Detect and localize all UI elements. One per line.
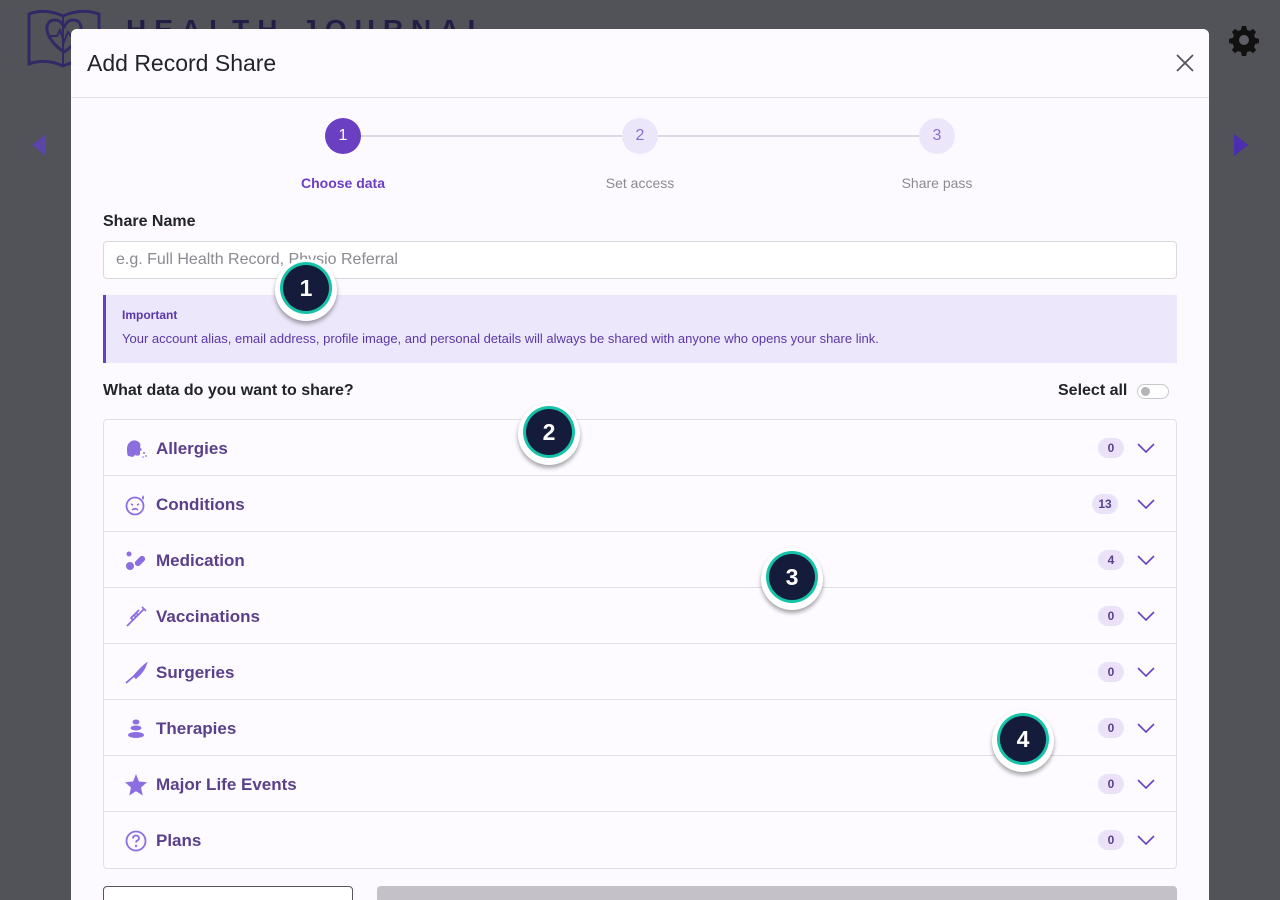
chevron-down-icon [1137,555,1155,566]
step-number: 3 [919,118,955,154]
category-label: Major Life Events [156,775,297,794]
category-accordion: Allergies 0 Conditions 13 Medication 4 V… [103,419,1177,869]
category-plans[interactable]: Plans 0 [104,812,1176,868]
pills-icon [126,551,146,570]
count-badge: 0 [1098,606,1124,626]
chevron-down-icon [1137,611,1155,622]
tutorial-marker[interactable]: 4 [992,710,1054,772]
question-circle-icon [125,830,147,852]
marker-number: 2 [526,409,572,455]
allergy-face-icon [127,440,147,458]
modal-header: Add Record Share [71,29,1209,98]
step-choose-data[interactable]: 1 Choose data [263,118,423,191]
count-badge: 0 [1098,438,1124,458]
select-all-label: Select all [1058,382,1128,399]
step-label: Set access [605,175,675,191]
chevron-down-icon [1137,667,1155,678]
marker-number: 4 [1000,716,1046,762]
category-label: Therapies [156,719,237,738]
step-number: 2 [622,118,658,154]
cancel-button[interactable]: Cancel [103,886,353,900]
count-badge: 0 [1098,662,1124,682]
count-badge: 0 [1098,830,1124,850]
toggle-knob [1141,387,1150,396]
count-badge: 13 [1092,494,1118,514]
stepper: 1 Choose data 2 Set access 3 Share pass [71,118,1209,191]
next-button[interactable]: Next [377,886,1177,900]
category-label: Medication [156,551,245,570]
category-allergies[interactable]: Allergies 0 [104,420,1176,476]
step-share-pass[interactable]: 3 Share pass [857,118,1017,191]
marker-ring: 1 [280,262,332,314]
chevron-down-icon [1137,779,1155,790]
count-badge: 0 [1098,774,1124,794]
alert-text: Your account alias, email address, profi… [122,331,879,346]
step-set-access[interactable]: 2 Set access [560,118,720,191]
add-record-share-modal: Add Record Share 1 Choose data 2 Set acc… [71,29,1209,900]
chevron-down-icon [1137,723,1155,734]
count-badge: 4 [1098,550,1124,570]
share-name-input[interactable] [103,241,1177,279]
marker-ring: 4 [997,713,1049,765]
modal-title: Add Record Share [87,50,277,76]
chevron-down-icon [1137,443,1155,454]
category-vaccinations[interactable]: Vaccinations 0 [104,588,1176,644]
count-badge: 0 [1098,718,1124,738]
step-label: Share pass [901,175,973,191]
marker-number: 3 [769,554,815,600]
step-label: Choose data [300,175,385,191]
category-label: Plans [156,831,202,850]
scalpel-icon [125,661,148,684]
alert-title: Important [122,308,178,322]
chevron-down-icon [1137,835,1155,846]
tutorial-marker[interactable]: 3 [761,548,823,610]
chevron-down-icon [1137,499,1155,510]
tutorial-marker[interactable]: 2 [518,403,580,465]
category-label: Allergies [156,439,228,458]
next-arrow-icon-overlay[interactable] [1232,132,1252,158]
stacked-stones-icon [128,719,144,738]
close-icon[interactable] [1173,51,1197,75]
tutorial-marker[interactable]: 1 [275,259,337,321]
important-alert: Important Your account alias, email addr… [103,295,1177,363]
marker-ring: 2 [523,406,575,458]
share-name-label: Share Name [103,213,196,230]
star-icon [125,774,147,796]
step-number: 1 [325,118,361,154]
previous-arrow-icon-overlay[interactable] [28,132,48,158]
settings-gear-icon-overlay[interactable] [1228,24,1260,56]
category-label: Conditions [156,495,245,514]
marker-ring: 3 [766,551,818,603]
syringe-icon [126,606,147,627]
sick-face-icon [125,495,145,516]
category-medication[interactable]: Medication 4 [104,532,1176,588]
category-label: Vaccinations [156,607,260,626]
select-all-toggle[interactable] [1137,384,1169,399]
category-label: Surgeries [156,663,235,682]
marker-number: 1 [283,265,329,311]
data-question: What data do you want to share? [103,382,354,399]
category-surgeries[interactable]: Surgeries 0 [104,644,1176,700]
category-conditions[interactable]: Conditions 13 [104,476,1176,532]
